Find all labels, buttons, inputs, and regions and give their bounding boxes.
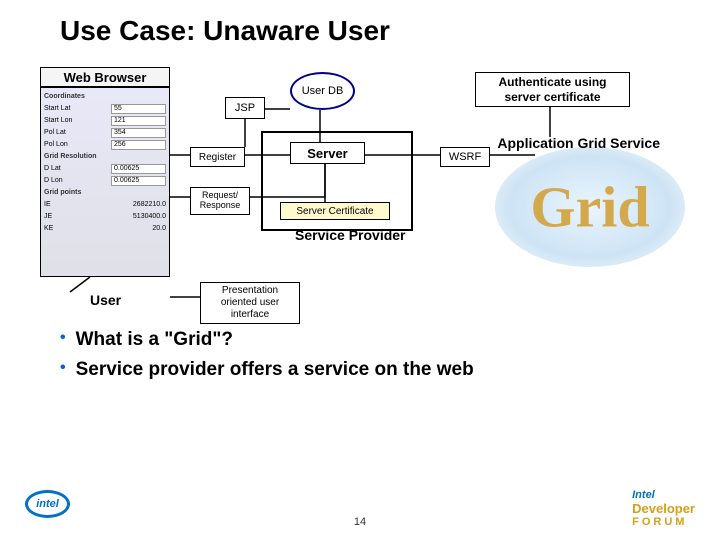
form-section: Coordinates (44, 93, 85, 100)
grid-background: Grid (495, 147, 685, 267)
web-browser-title: Web Browser (40, 67, 170, 87)
form-input[interactable]: 256 (111, 140, 166, 150)
form-section: Grid points (44, 189, 81, 196)
grid-word: Grid (530, 174, 649, 241)
register-box: Register (190, 147, 245, 167)
form-input[interactable]: 55 (111, 104, 166, 114)
diagram-area: Web Browser Coordinates Start Lat 55 Star… (30, 67, 690, 347)
authenticate-box: Authenticate using server certificate (475, 72, 630, 107)
form-value: 20.0 (152, 225, 166, 232)
browser-window: Coordinates Start Lat 55 Start Lon 121 Pol… (40, 87, 170, 277)
request-response-box: Request/ Response (190, 187, 250, 215)
page-number: 14 (354, 516, 366, 528)
form-label: JE (44, 213, 52, 220)
form-label: IE (44, 201, 51, 208)
presentation-box: Presentation oriented user interface (200, 282, 300, 324)
form-input[interactable]: 0.00625 (111, 164, 166, 174)
bullet-icon: • (60, 325, 66, 355)
form-input[interactable]: 0.00625 (111, 176, 166, 186)
server-certificate-box: Server Certificate (280, 202, 390, 220)
server-box: Server (290, 142, 365, 164)
idf-logo: Intel Developer FORUM (632, 489, 695, 528)
form-label: Pol Lat (44, 129, 66, 136)
form-label: Start Lon (44, 117, 72, 124)
wsrf-box: WSRF (440, 147, 490, 167)
jsp-box: JSP (225, 97, 265, 119)
form-label: Start Lat (44, 105, 70, 112)
user-label: User (90, 292, 121, 308)
service-provider-label: Service Provider (295, 227, 406, 244)
form-label: KE (44, 225, 53, 232)
bullet-icon: • (60, 355, 66, 385)
form-section: Grid Resolution (44, 153, 97, 160)
form-value: 2682210.0 (133, 201, 166, 208)
user-db-node: User DB (290, 72, 355, 110)
form-label: D Lon (44, 177, 63, 184)
form-input[interactable]: 121 (111, 116, 166, 126)
form-label: Pol Lon (44, 141, 68, 148)
application-grid-label: Application Grid Service (497, 135, 660, 152)
slide-title: Use Case: Unaware User (60, 15, 690, 47)
bullet-text: What is a "Grid"? (76, 325, 233, 355)
form-label: D Lat (44, 165, 61, 172)
bullet-text: Service provider offers a service on the… (76, 355, 474, 385)
form-input[interactable]: 354 (111, 128, 166, 138)
form-value: 5130400.0 (133, 213, 166, 220)
bullet-list: • What is a "Grid"? • Service provider off… (60, 325, 474, 386)
intel-logo: intel (25, 490, 80, 525)
